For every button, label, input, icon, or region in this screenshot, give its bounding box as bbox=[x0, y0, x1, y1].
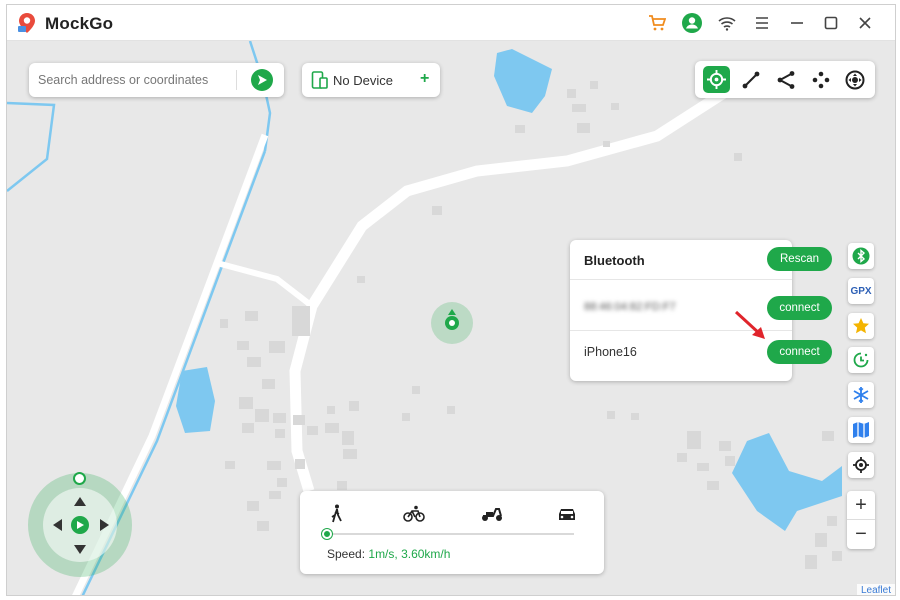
connect-button-2[interactable]: connect bbox=[767, 340, 832, 364]
close-icon[interactable] bbox=[853, 11, 877, 35]
joystick[interactable] bbox=[27, 472, 133, 579]
app-name: MockGo bbox=[45, 14, 114, 33]
app-logo-icon bbox=[15, 11, 39, 35]
bluetooth-icon[interactable] bbox=[848, 243, 874, 269]
history-icon[interactable] bbox=[848, 347, 874, 373]
freeze-icon[interactable] bbox=[848, 382, 874, 408]
two-spot-mode-icon[interactable] bbox=[737, 66, 764, 93]
search-go-button[interactable] bbox=[251, 69, 273, 91]
joystick-handle[interactable] bbox=[73, 472, 86, 485]
maximize-icon[interactable] bbox=[819, 11, 843, 35]
zoom-control: + − bbox=[847, 491, 875, 549]
search-divider bbox=[236, 70, 237, 90]
joystick-down-icon[interactable] bbox=[73, 542, 87, 560]
connect-button-1[interactable]: connect bbox=[767, 296, 832, 320]
speed-value: 1m/s, 3.60km/h bbox=[368, 547, 451, 561]
zoom-in-button[interactable]: + bbox=[847, 491, 875, 520]
speed-text: Speed: 1m/s, 3.60km/h bbox=[327, 547, 450, 561]
locate-icon[interactable] bbox=[848, 452, 874, 478]
joystick-play-icon[interactable] bbox=[71, 516, 89, 534]
speed-slider-knob[interactable] bbox=[322, 529, 332, 539]
mode-toolbar bbox=[695, 61, 875, 98]
bluetooth-title: Bluetooth bbox=[584, 253, 645, 268]
device-name-iphone: iPhone16 bbox=[584, 345, 637, 359]
device-icon bbox=[311, 71, 329, 94]
joystick-up-icon[interactable] bbox=[73, 495, 87, 513]
app-window: MockGo Search address or coordinates No … bbox=[6, 4, 896, 596]
leaflet-attribution[interactable]: Leaflet bbox=[856, 584, 895, 595]
rescan-button[interactable]: Rescan bbox=[767, 247, 832, 271]
bluetooth-panel: Bluetooth Rescan 88:46:04:82:FD:F7 conne… bbox=[570, 240, 832, 381]
speed-label: Speed: bbox=[327, 547, 366, 561]
teleport-mode-icon[interactable] bbox=[703, 66, 730, 93]
speed-panel: Speed: 1m/s, 3.60km/h bbox=[300, 491, 604, 574]
search-input[interactable]: Search address or coordinates bbox=[38, 73, 208, 87]
send-arrow-icon bbox=[258, 75, 267, 85]
divider bbox=[570, 279, 792, 280]
car-icon[interactable] bbox=[557, 506, 577, 527]
favorites-star-icon[interactable] bbox=[848, 313, 874, 339]
minimize-icon[interactable] bbox=[785, 11, 809, 35]
scooter-icon[interactable] bbox=[480, 505, 504, 528]
wifi-icon[interactable] bbox=[715, 11, 739, 35]
joystick-mode-icon[interactable] bbox=[841, 66, 868, 93]
menu-icon[interactable] bbox=[750, 11, 774, 35]
device-selector[interactable]: No Device + bbox=[302, 63, 440, 97]
device-name-blurred: 88:46:04:82:FD:F7 bbox=[584, 301, 676, 313]
account-icon[interactable] bbox=[680, 11, 704, 35]
map-view[interactable]: Search address or coordinates No Device … bbox=[7, 41, 895, 595]
zoom-out-button[interactable]: − bbox=[847, 520, 875, 549]
cart-icon[interactable] bbox=[645, 11, 669, 35]
title-bar: MockGo bbox=[7, 5, 895, 41]
device-label: No Device bbox=[333, 73, 393, 88]
multi-spot-mode-icon[interactable] bbox=[772, 66, 799, 93]
gpx-icon[interactable]: GPX bbox=[848, 278, 874, 304]
red-arrow-icon bbox=[734, 310, 765, 339]
speed-slider-track[interactable] bbox=[325, 533, 574, 535]
map-style-icon[interactable] bbox=[848, 417, 874, 443]
joystick-left-icon[interactable] bbox=[52, 518, 64, 537]
jump-mode-icon[interactable] bbox=[807, 66, 834, 93]
add-device-button[interactable]: + bbox=[420, 70, 429, 88]
search-bar: Search address or coordinates bbox=[29, 63, 284, 97]
bike-icon[interactable] bbox=[403, 505, 425, 528]
joystick-right-icon[interactable] bbox=[98, 518, 110, 537]
walk-icon[interactable] bbox=[330, 504, 344, 529]
